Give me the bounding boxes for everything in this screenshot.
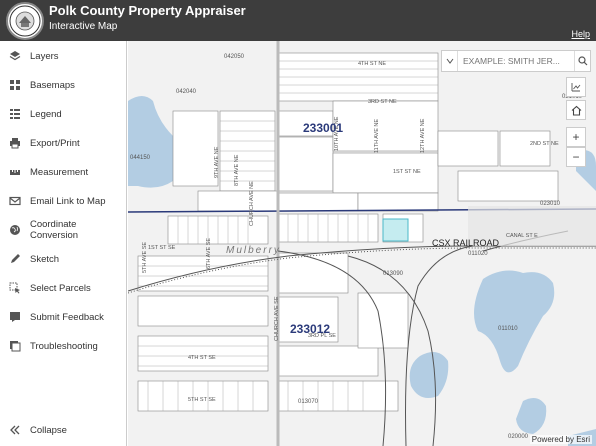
sidebar-item-label: Coordinate Conversion — [29, 219, 79, 241]
sidebar-item-label: Export/Print — [30, 137, 80, 149]
county-seal-logo — [6, 2, 44, 40]
print-icon — [0, 137, 30, 149]
svg-text:1ST ST NE: 1ST ST NE — [393, 169, 421, 175]
globe-icon — [0, 224, 30, 236]
svg-text:2ND ST NE: 2ND ST NE — [530, 141, 559, 147]
map-attribution: Powered by Esri — [529, 435, 592, 444]
svg-text:6TH AVE SE: 6TH AVE SE — [206, 238, 212, 269]
sidebar-item-label: Legend — [30, 108, 62, 120]
app-header: Polk County Property Appraiser Interacti… — [0, 0, 596, 41]
home-icon — [571, 105, 581, 116]
collapse-button[interactable]: Collapse — [0, 419, 127, 441]
sidebar-item-coordinate-conversion[interactable]: Coordinate Conversion — [0, 219, 127, 241]
sidebar-item-submit-feedback[interactable]: Submit Feedback — [0, 306, 127, 328]
sidebar-item-measurement[interactable]: Measurement — [0, 161, 127, 183]
sidebar-item-label: Submit Feedback — [30, 311, 104, 323]
double-chevron-left-icon — [0, 424, 30, 436]
svg-text:4TH ST SE: 4TH ST SE — [188, 355, 216, 361]
sidebar-item-export-print[interactable]: Export/Print — [0, 132, 127, 154]
svg-text:1ST ST SE: 1ST ST SE — [148, 245, 176, 251]
sidebar-item-basemaps[interactable]: Basemaps — [0, 74, 127, 96]
svg-text:023010: 023010 — [540, 201, 561, 207]
pencil-icon — [0, 253, 30, 265]
svg-text:233001: 233001 — [303, 121, 343, 135]
legend-icon — [0, 108, 30, 120]
layers-icon — [0, 50, 30, 62]
app-subtitle: Interactive Map — [49, 21, 118, 32]
sidebar: Layers Basemaps Legend Export/Print Meas… — [0, 41, 127, 446]
sidebar-item-label: Select Parcels — [30, 282, 91, 294]
sidebar-item-label: Troubleshooting — [30, 340, 98, 352]
plus-icon: + — [572, 130, 580, 144]
svg-text:CHURCH AVE SE: CHURCH AVE SE — [274, 296, 280, 341]
sidebar-item-email-link[interactable]: Email Link to Map — [0, 190, 127, 212]
svg-text:044150: 044150 — [130, 155, 151, 161]
email-icon — [0, 195, 30, 207]
svg-text:Mulberry: Mulberry — [226, 245, 281, 256]
collapse-label: Collapse — [30, 424, 67, 436]
svg-text:11TH AVE NE: 11TH AVE NE — [374, 119, 380, 153]
svg-text:011020: 011020 — [468, 251, 488, 257]
svg-text:233012: 233012 — [290, 322, 330, 336]
select-icon — [0, 282, 30, 294]
svg-text:CHURCH AVE NE: CHURCH AVE NE — [249, 181, 255, 226]
search-widget — [441, 50, 591, 72]
map-canvas: 042050 042040 044150 013090 011010 01307… — [128, 41, 596, 446]
troubleshooting-icon — [0, 340, 30, 352]
svg-text:042040: 042040 — [176, 89, 197, 95]
sidebar-item-select-parcels[interactable]: Select Parcels — [0, 277, 127, 299]
zoom-out-button[interactable]: − — [566, 147, 586, 167]
home-button[interactable] — [566, 100, 586, 120]
svg-text:CANAL ST E: CANAL ST E — [506, 233, 538, 239]
measurement-icon — [0, 166, 30, 178]
feedback-icon — [0, 311, 30, 323]
sidebar-item-layers[interactable]: Layers — [0, 45, 127, 67]
svg-text:011010: 011010 — [498, 326, 518, 332]
app-title: Polk County Property Appraiser — [49, 3, 246, 18]
highlighted-parcel[interactable] — [382, 218, 409, 242]
sidebar-item-legend[interactable]: Legend — [0, 103, 127, 125]
help-link[interactable]: Help — [571, 29, 590, 39]
search-button[interactable] — [574, 51, 590, 71]
svg-text:8TH AVE NE: 8TH AVE NE — [234, 154, 240, 186]
sidebar-item-troubleshooting[interactable]: Troubleshooting — [0, 335, 127, 357]
svg-text:12TH AVE NE: 12TH AVE NE — [420, 118, 426, 153]
search-input[interactable] — [458, 56, 574, 66]
svg-text:013070: 013070 — [298, 399, 319, 405]
svg-text:9TH AVE NE: 9TH AVE NE — [214, 146, 220, 178]
sidebar-item-label: Email Link to Map — [30, 195, 106, 207]
svg-text:CSX RAILROAD: CSX RAILROAD — [432, 238, 500, 248]
svg-text:013090: 013090 — [383, 271, 404, 277]
map-view[interactable]: 042050 042040 044150 013090 011010 01307… — [128, 41, 596, 446]
svg-text:3RD ST NE: 3RD ST NE — [368, 99, 397, 105]
sidebar-item-label: Layers — [30, 50, 59, 62]
svg-text:5TH AVE SE: 5TH AVE SE — [142, 242, 148, 273]
sidebar-item-label: Basemaps — [30, 79, 75, 91]
search-icon — [577, 56, 587, 66]
svg-text:020000: 020000 — [508, 434, 529, 440]
chart-icon — [571, 83, 581, 92]
basemaps-icon — [0, 79, 30, 91]
svg-text:042050: 042050 — [224, 54, 245, 60]
minus-icon: − — [572, 150, 580, 164]
sidebar-item-label: Measurement — [30, 166, 89, 178]
chart-button[interactable] — [566, 77, 586, 97]
zoom-in-button[interactable]: + — [566, 127, 586, 147]
svg-text:5TH ST SE: 5TH ST SE — [188, 397, 216, 403]
search-source-dropdown[interactable] — [442, 51, 458, 71]
sidebar-item-label: Sketch — [30, 253, 60, 265]
svg-text:4TH ST NE: 4TH ST NE — [358, 61, 386, 67]
sidebar-item-sketch[interactable]: Sketch — [0, 248, 127, 270]
